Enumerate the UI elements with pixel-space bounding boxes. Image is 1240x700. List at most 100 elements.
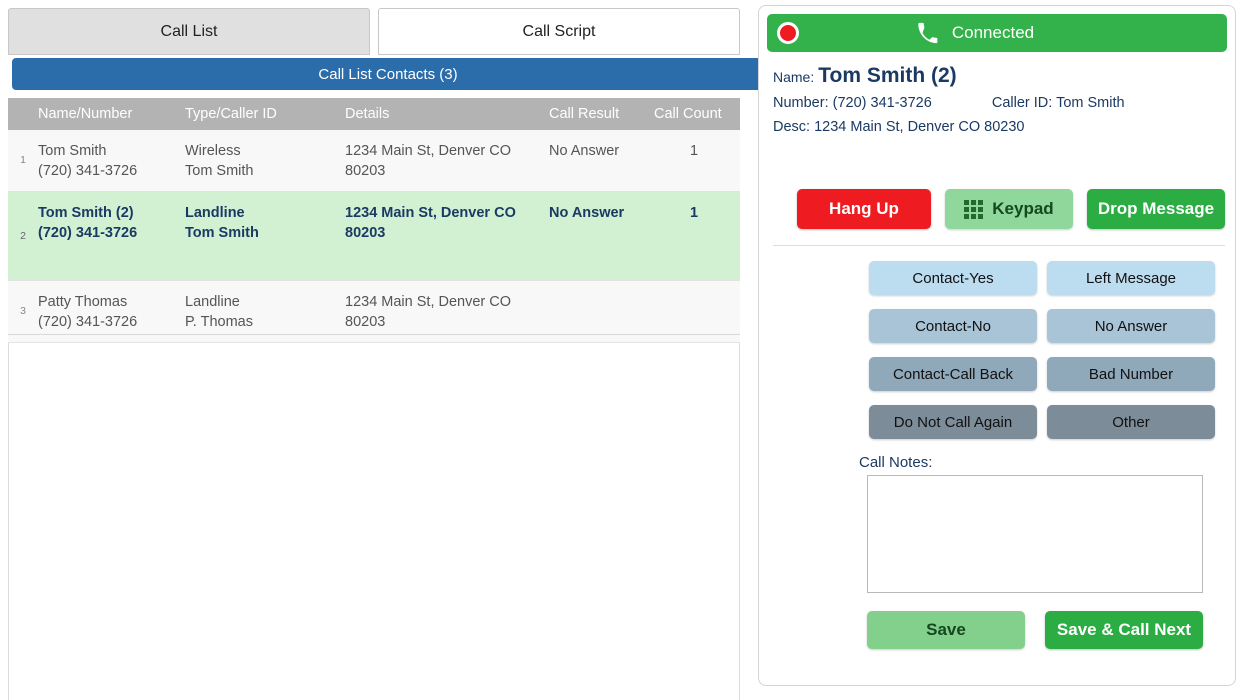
disposition-left-message[interactable]: Left Message: [1047, 261, 1215, 295]
table-row[interactable]: 1 Tom Smith (720) 341-3726 Wireless Tom …: [8, 130, 740, 192]
tab-call-list[interactable]: Call List: [8, 8, 370, 55]
row-type-caller-id: Wireless Tom Smith: [185, 130, 345, 191]
save-and-call-next-label: Save & Call Next: [1056, 620, 1192, 639]
row-details: 1234 Main St, Denver CO 80203: [345, 281, 549, 342]
record-dot-icon[interactable]: [777, 22, 799, 44]
active-call-panel: Connected Name: Tom Smith (2) Number: (72…: [758, 5, 1236, 686]
row-name-number: Tom Smith (720) 341-3726: [38, 130, 185, 191]
row-type: Landline: [185, 294, 240, 310]
call-status-label: Connected: [951, 23, 1035, 42]
row-details-line1: 1234 Main St, Denver CO: [345, 143, 512, 159]
row-details-line2: 80203: [345, 162, 386, 179]
keypad-grid-icon: [964, 199, 984, 219]
disposition-label: Contact-Yes: [912, 269, 994, 287]
contacts-table: Name/Number Type/Caller ID Details Call …: [8, 98, 740, 343]
contact-info-block: Name: Tom Smith (2) Number: (720) 341-372…: [773, 64, 1225, 143]
row-details-line1: 1234 Main St, Denver CO: [345, 205, 516, 221]
call-notes-label: Call Notes:: [859, 454, 933, 471]
disposition-do-not-call-again[interactable]: Do Not Call Again: [869, 405, 1037, 439]
disposition-label: Contact-Call Back: [892, 365, 1014, 383]
tab-call-list-label: Call List: [160, 22, 218, 40]
row-call-result: No Answer: [549, 143, 620, 159]
row-caller-id: P. Thomas: [185, 313, 253, 330]
call-list-panel: Call List Call Script Call List Contacts…: [0, 0, 764, 700]
keypad-label: Keypad: [992, 199, 1054, 218]
save-and-call-next-button[interactable]: Save & Call Next: [1045, 611, 1203, 649]
row-call-count: 1: [689, 143, 699, 159]
call-status-bar: Connected: [767, 14, 1227, 52]
disposition-label: Bad Number: [1088, 365, 1174, 383]
row-name-number: Patty Thomas (720) 341-3726: [38, 281, 185, 342]
row-call-count: 1: [689, 205, 699, 221]
row-caller-id: Tom Smith: [185, 162, 254, 179]
call-list-title: Call List Contacts (3): [318, 65, 458, 83]
contact-name-label: Name:: [773, 69, 815, 85]
header-name-number: Name/Number: [38, 106, 133, 122]
row-number: (720) 341-3726: [38, 224, 138, 241]
disposition-label: No Answer: [1094, 317, 1168, 335]
row-details-line2: 80203: [345, 224, 386, 241]
tab-call-script-label: Call Script: [522, 22, 596, 40]
disposition-bad-number[interactable]: Bad Number: [1047, 357, 1215, 391]
row-type-caller-id: Landline P. Thomas: [185, 281, 345, 342]
row-name-number: Tom Smith (2) (720) 341-3726: [38, 192, 185, 280]
row-name: Tom Smith: [38, 143, 107, 159]
disposition-buttons: Contact-Yes Left Message Contact-No No A…: [869, 261, 1225, 453]
header-call-result: Call Result: [549, 106, 620, 122]
row-call-result: [549, 281, 654, 342]
row-index: 2: [20, 229, 26, 242]
contact-desc-value: 1234 Main St, Denver CO 80230: [814, 119, 1025, 135]
row-call-result: No Answer: [549, 205, 625, 221]
contact-name-value: Tom Smith (2): [818, 64, 957, 87]
call-status-group: Connected: [799, 22, 1151, 44]
calling-app: Call List Call Script Call List Contacts…: [0, 0, 1240, 700]
save-label: Save: [926, 620, 966, 639]
row-type: Landline: [185, 205, 245, 221]
row-details: 1234 Main St, Denver CO 80203: [345, 130, 549, 191]
caller-id-value: Tom Smith: [1056, 95, 1125, 111]
header-details: Details: [345, 106, 390, 122]
save-actions-row: Save Save & Call Next: [867, 610, 1203, 650]
call-notes-input[interactable]: [867, 475, 1203, 593]
table-row[interactable]: 2 Tom Smith (2) (720) 341-3726 Landline …: [8, 192, 740, 281]
tab-call-script[interactable]: Call Script: [378, 8, 740, 55]
row-name: Patty Thomas: [38, 294, 128, 310]
hang-up-button[interactable]: Hang Up: [797, 189, 931, 229]
disposition-label: Other: [1112, 413, 1150, 431]
contact-name-row: Name: Tom Smith (2): [773, 64, 1225, 88]
row-details: 1234 Main St, Denver CO 80203: [345, 192, 549, 280]
keypad-button[interactable]: Keypad: [945, 189, 1073, 229]
disposition-label: Contact-No: [915, 317, 991, 335]
disposition-contact-no[interactable]: Contact-No: [869, 309, 1037, 343]
row-caller-id: Tom Smith: [185, 224, 259, 241]
header-type-caller-id: Type/Caller ID: [185, 106, 277, 122]
disposition-contact-yes[interactable]: Contact-Yes: [869, 261, 1037, 295]
hang-up-label: Hang Up: [829, 199, 899, 218]
disposition-label: Do Not Call Again: [893, 413, 1013, 431]
drop-message-label: Drop Message: [1097, 199, 1215, 218]
save-button[interactable]: Save: [867, 611, 1025, 649]
row-type-caller-id: Landline Tom Smith: [185, 192, 345, 280]
row-index: 3: [20, 305, 26, 318]
row-number: (720) 341-3726: [38, 313, 138, 330]
disposition-other[interactable]: Other: [1047, 405, 1215, 439]
contact-desc-row: Desc: 1234 Main St, Denver CO 80230: [773, 119, 1225, 135]
caller-id-label: Caller ID:: [991, 95, 1053, 111]
disposition-label: Left Message: [1085, 269, 1177, 287]
header-call-count: Call Count: [654, 106, 722, 122]
phone-handset-icon: [918, 22, 938, 44]
contact-number-label: Number:: [773, 95, 829, 111]
table-header-row: Name/Number Type/Caller ID Details Call …: [8, 98, 740, 130]
contact-number-value: (720) 341-3726: [832, 95, 932, 111]
tab-bar: Call List Call Script: [8, 8, 740, 55]
row-name: Tom Smith (2): [38, 205, 134, 221]
disposition-no-answer[interactable]: No Answer: [1047, 309, 1215, 343]
drop-message-button[interactable]: Drop Message: [1087, 189, 1225, 229]
row-call-count: [654, 281, 734, 342]
row-details-line1: 1234 Main St, Denver CO: [345, 294, 512, 310]
call-actions-row: Hang Up Keypad Drop Message: [773, 187, 1225, 231]
disposition-contact-call-back[interactable]: Contact-Call Back: [869, 357, 1037, 391]
section-divider: [773, 245, 1225, 246]
call-list-title-bar: Call List Contacts (3): [12, 58, 764, 90]
contact-desc-label: Desc:: [773, 119, 811, 135]
